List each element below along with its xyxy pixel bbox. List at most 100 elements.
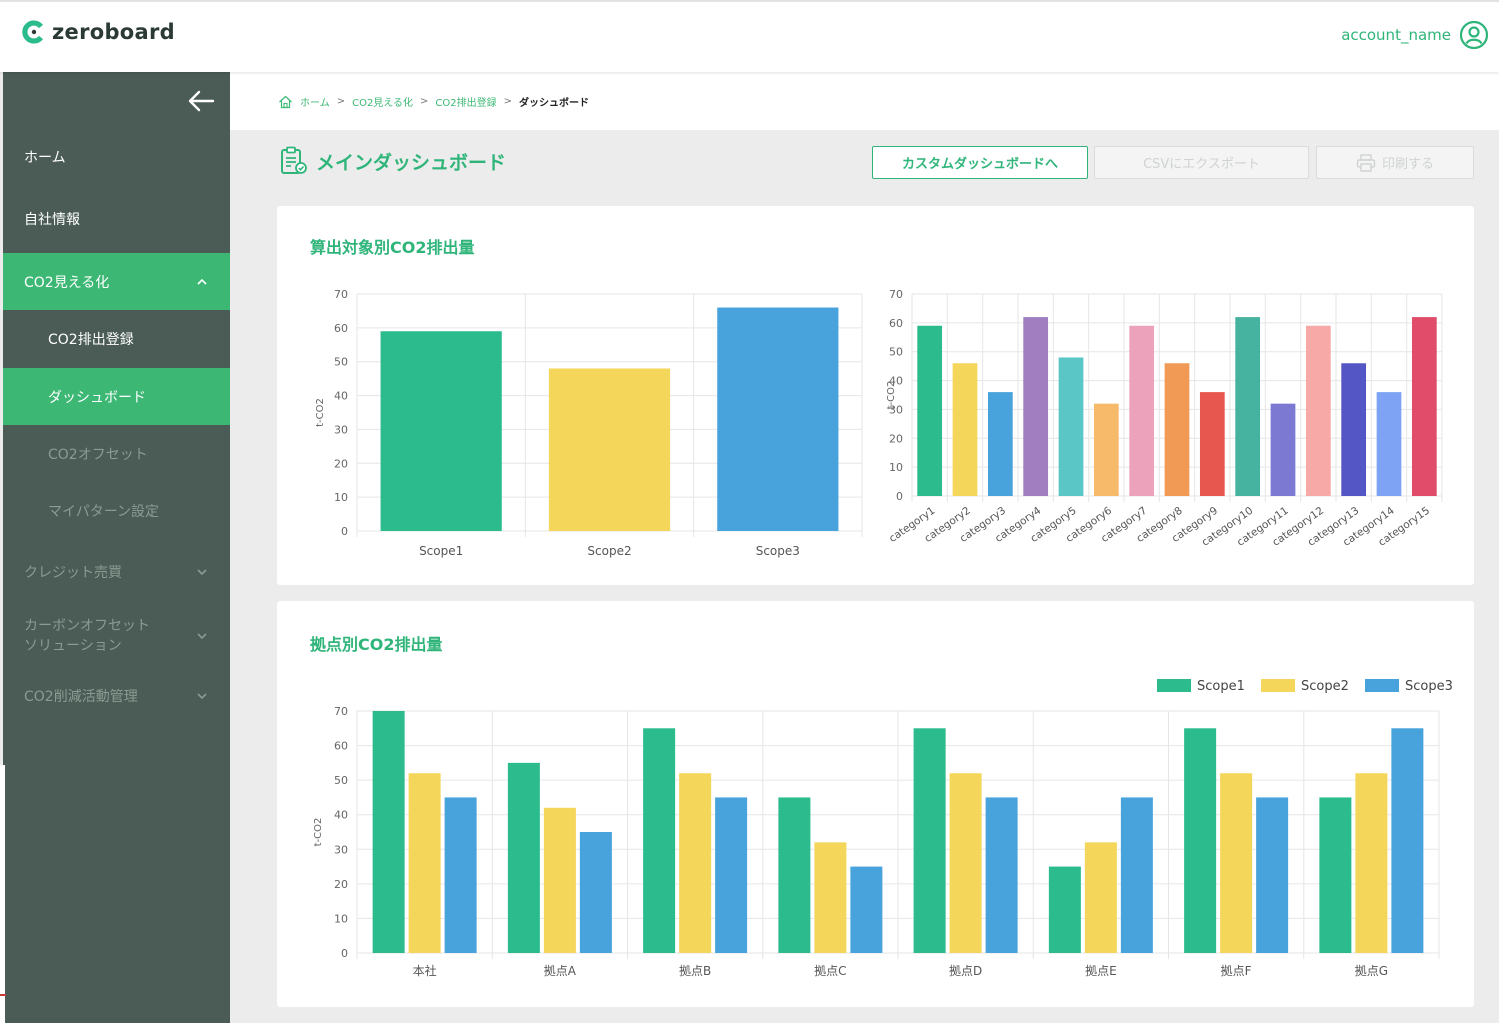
bar <box>1084 842 1117 953</box>
bar <box>408 773 441 953</box>
breadcrumb-current: ダッシュボード <box>519 98 590 109</box>
print-button[interactable]: 印刷する <box>1316 146 1474 179</box>
y-tick-label: 70 <box>889 288 903 301</box>
card-title: 拠点別CO2排出量 <box>310 635 443 654</box>
x-tick-label: 本社 <box>413 963 437 978</box>
y-tick-label: 60 <box>334 740 348 753</box>
y-tick-label: 20 <box>334 878 348 891</box>
bar <box>814 842 847 953</box>
sidebar-item-label: クレジット売買 <box>24 565 122 581</box>
bar <box>1235 317 1261 496</box>
bar <box>1376 392 1402 496</box>
clipboard-icon <box>281 146 307 174</box>
bar <box>1341 363 1367 496</box>
breadcrumb: ホーム > CO2見える化 > CO2排出登録 > ダッシュボード <box>278 94 589 109</box>
bar <box>778 797 811 953</box>
x-tick-label: 拠点G <box>1355 964 1388 978</box>
legend-label: Scope1 <box>1197 679 1245 694</box>
bar <box>715 797 748 953</box>
y-axis-label: t-CO2 <box>313 818 324 847</box>
chevron-down-icon <box>197 693 207 700</box>
bar <box>643 728 676 953</box>
bar <box>372 711 405 953</box>
bar <box>952 363 978 496</box>
y-axis-label: t-CO2 <box>886 381 897 410</box>
sidebar-item-home[interactable]: ホーム <box>3 129 230 185</box>
x-tick-label: Scope2 <box>587 544 631 558</box>
bar <box>1220 773 1253 953</box>
bar <box>1023 317 1049 496</box>
sidebar-item-carbon-offset-solution[interactable]: カーボンオフセット ソリューション <box>3 608 230 664</box>
bar <box>1129 325 1155 496</box>
bar <box>1184 728 1217 953</box>
y-tick-label: 60 <box>889 317 903 330</box>
bar <box>1305 325 1331 496</box>
x-tick-label: 拠点C <box>814 964 846 978</box>
sidebar-item-co2-reduction[interactable]: CO2削減活動管理 <box>3 668 230 724</box>
home-icon[interactable] <box>278 95 293 109</box>
x-tick-label: Scope3 <box>756 544 800 558</box>
sidebar-item-label: CO2削減活動管理 <box>24 689 138 705</box>
sidebar-item-company-info[interactable]: 自社情報 <box>3 191 230 247</box>
sidebar: ホーム 自社情報 CO2見える化 CO2排出登録 ダッシュボード CO2オフセッ… <box>3 72 230 1023</box>
legend-label: Scope3 <box>1405 679 1453 694</box>
bar <box>1093 403 1119 496</box>
logo[interactable]: zeroboard <box>22 20 175 44</box>
sidebar-item-label: 自社情報 <box>24 212 80 228</box>
sidebar-item-credit-trading[interactable]: クレジット売買 <box>3 544 230 600</box>
y-tick-label: 70 <box>334 705 348 718</box>
y-tick-label: 10 <box>889 461 903 474</box>
emissions-by-target-card: 算出対象別CO2排出量 0 10 20 30 40 50 60 70 t-CO2 Scope1 Sc… <box>277 206 1474 585</box>
y-tick-label: 70 <box>334 288 348 301</box>
y-tick-label: 50 <box>334 356 348 369</box>
bar <box>1270 403 1296 496</box>
breadcrumb-co2-registration[interactable]: CO2排出登録 <box>435 94 496 109</box>
bar <box>1048 866 1081 953</box>
bar <box>579 832 612 953</box>
sidebar-item-label-line1: カーボンオフセット <box>24 618 150 634</box>
y-tick-label: 0 <box>896 490 903 503</box>
account-name[interactable]: account_name <box>1341 26 1451 44</box>
y-tick-label: 50 <box>889 346 903 359</box>
sidebar-item-label: マイパターン設定 <box>48 503 160 520</box>
y-tick-label: 30 <box>334 423 348 436</box>
sidebar-edge <box>0 765 5 1023</box>
bar <box>1391 728 1424 953</box>
user-avatar-icon[interactable] <box>1459 20 1489 50</box>
emissions-by-site-card: 拠点別CO2排出量 0 10 20 30 40 50 60 70 t-CO2 本社 拠点A 拠点B 拠点… <box>277 601 1474 1007</box>
bar <box>1120 797 1153 953</box>
sidebar-item-label: CO2見える化 <box>24 274 110 291</box>
arrow-left-icon[interactable] <box>186 86 216 116</box>
bar <box>850 866 883 953</box>
custom-dashboard-button[interactable]: カスタムダッシュボードへ <box>872 146 1088 179</box>
sidebar-item-co2-offset[interactable]: CO2オフセット <box>3 425 230 482</box>
y-tick-label: 40 <box>334 390 348 403</box>
sidebar-item-label: ダッシュボード <box>48 389 146 406</box>
sidebar-item-dashboard[interactable]: ダッシュボード <box>3 368 230 425</box>
bar <box>1256 797 1289 953</box>
chevron-down-icon <box>197 633 207 640</box>
chevron-down-icon <box>197 569 207 576</box>
x-tick-label: 拠点F <box>1221 964 1252 978</box>
csv-export-button[interactable]: CSVにエクスポート <box>1094 146 1309 179</box>
bar <box>679 773 712 953</box>
y-tick-label: 0 <box>341 525 348 538</box>
bar <box>1319 797 1352 953</box>
x-tick-label: 拠点B <box>679 964 711 978</box>
y-tick-label: 10 <box>334 491 348 504</box>
bar <box>913 728 946 953</box>
breadcrumb-separator: > <box>503 96 513 107</box>
sidebar-item-co2-visualization[interactable]: CO2見える化 <box>3 253 230 310</box>
bar <box>548 368 671 531</box>
breadcrumb-bar: ホーム > CO2見える化 > CO2排出登録 > ダッシュボード <box>230 72 1499 130</box>
category-bar-chart: 010203040506070t-CO2category1category2ca… <box>886 288 1443 549</box>
sidebar-item-co2-registration[interactable]: CO2排出登録 <box>3 310 230 367</box>
breadcrumb-home[interactable]: ホーム <box>300 94 330 109</box>
sidebar-item-my-pattern[interactable]: マイパターン設定 <box>3 482 230 539</box>
x-tick-label: 拠点E <box>1085 964 1117 978</box>
bar <box>444 797 477 953</box>
breadcrumb-co2-visualization[interactable]: CO2見える化 <box>352 94 413 109</box>
logo-mark-icon <box>22 20 44 44</box>
account-menu[interactable]: account_name <box>1341 20 1489 50</box>
site-grouped-bar-chart: 0 10 20 30 40 50 60 70 t-CO2 本社 拠点A 拠点B 拠点C 拠点D 拠点E 拠点F… <box>313 679 1453 978</box>
